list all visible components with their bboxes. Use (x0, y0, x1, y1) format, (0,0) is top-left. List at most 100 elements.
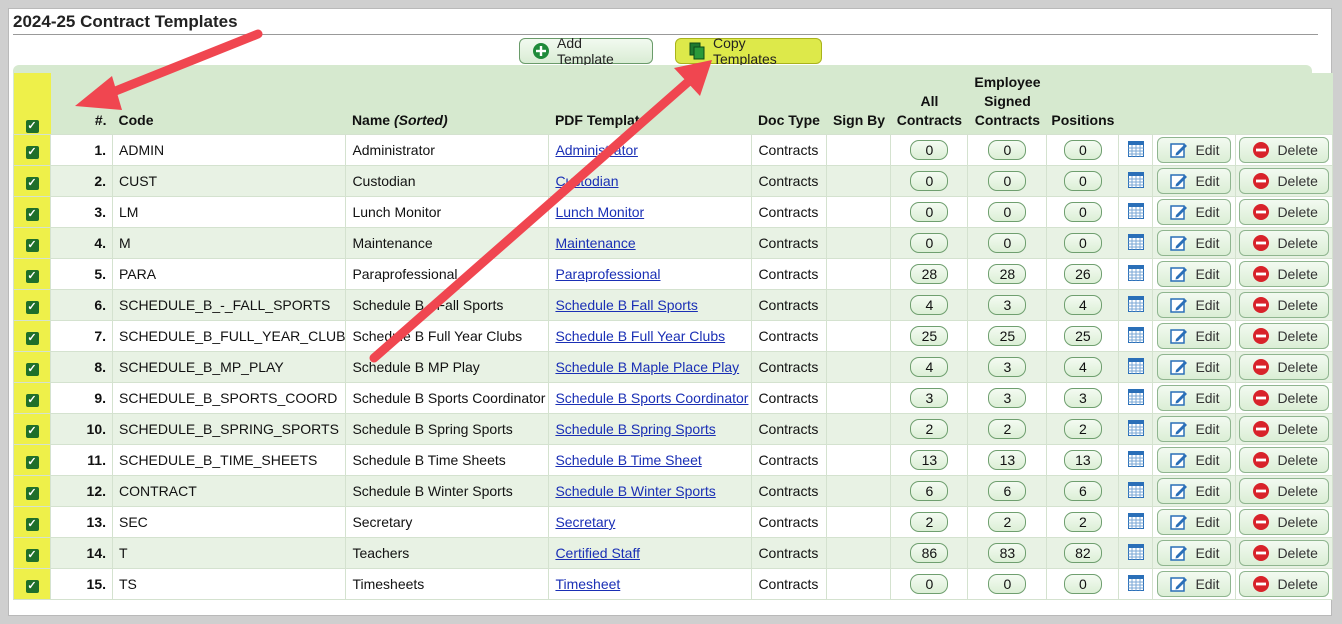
signed-contracts-count-button[interactable]: 83 (988, 543, 1027, 563)
signed-contracts-count-button[interactable]: 3 (988, 357, 1027, 377)
row-checkbox[interactable]: ✓ (25, 176, 39, 190)
positions-count-button[interactable]: 13 (1063, 450, 1102, 470)
edit-button[interactable]: Edit (1157, 509, 1232, 535)
delete-button[interactable]: Delete (1239, 571, 1330, 597)
positions-count-button[interactable]: 2 (1063, 419, 1102, 439)
row-checkbox[interactable]: ✓ (25, 424, 39, 438)
delete-button[interactable]: Delete (1239, 137, 1330, 163)
all-contracts-count-button[interactable]: 2 (910, 512, 949, 532)
delete-button[interactable]: Delete (1239, 323, 1330, 349)
calendar-icon[interactable] (1127, 543, 1144, 560)
pdf-template-link[interactable]: Schedule B Sports Coordinator (555, 390, 748, 406)
signed-contracts-count-button[interactable]: 0 (988, 574, 1027, 594)
edit-button[interactable]: Edit (1157, 292, 1232, 318)
row-checkbox[interactable]: ✓ (25, 393, 39, 407)
calendar-icon[interactable] (1127, 388, 1144, 405)
edit-button[interactable]: Edit (1157, 323, 1232, 349)
positions-count-button[interactable]: 25 (1063, 326, 1102, 346)
edit-button[interactable]: Edit (1157, 385, 1232, 411)
pdf-template-link[interactable]: Schedule B Maple Place Play (555, 359, 739, 375)
signed-contracts-count-button[interactable]: 0 (988, 140, 1027, 160)
delete-button[interactable]: Delete (1239, 540, 1330, 566)
calendar-icon[interactable] (1127, 264, 1144, 281)
row-checkbox[interactable]: ✓ (25, 331, 39, 345)
calendar-icon[interactable] (1127, 233, 1144, 250)
pdf-template-link[interactable]: Lunch Monitor (555, 204, 644, 220)
row-checkbox[interactable]: ✓ (25, 269, 39, 283)
edit-button[interactable]: Edit (1157, 478, 1232, 504)
row-checkbox[interactable]: ✓ (25, 486, 39, 500)
pdf-template-link[interactable]: Maintenance (555, 235, 635, 251)
delete-button[interactable]: Delete (1239, 509, 1330, 535)
row-checkbox[interactable]: ✓ (25, 300, 39, 314)
row-checkbox[interactable]: ✓ (25, 455, 39, 469)
calendar-icon[interactable] (1127, 202, 1144, 219)
pdf-template-link[interactable]: Schedule B Spring Sports (555, 421, 715, 437)
signed-contracts-count-button[interactable]: 3 (988, 388, 1027, 408)
signed-contracts-count-button[interactable]: 28 (988, 264, 1027, 284)
positions-count-button[interactable]: 0 (1063, 171, 1102, 191)
delete-button[interactable]: Delete (1239, 230, 1330, 256)
edit-button[interactable]: Edit (1157, 447, 1232, 473)
signed-contracts-count-button[interactable]: 0 (988, 171, 1027, 191)
delete-button[interactable]: Delete (1239, 354, 1330, 380)
all-contracts-count-button[interactable]: 25 (910, 326, 949, 346)
calendar-icon[interactable] (1127, 171, 1144, 188)
calendar-icon[interactable] (1127, 481, 1144, 498)
edit-button[interactable]: Edit (1157, 199, 1232, 225)
signed-contracts-count-button[interactable]: 2 (988, 512, 1027, 532)
all-contracts-count-button[interactable]: 0 (910, 574, 949, 594)
edit-button[interactable]: Edit (1157, 354, 1232, 380)
positions-count-button[interactable]: 0 (1063, 574, 1102, 594)
pdf-template-link[interactable]: Timesheet (555, 576, 620, 592)
all-contracts-count-button[interactable]: 13 (910, 450, 949, 470)
positions-count-button[interactable]: 2 (1063, 512, 1102, 532)
signed-contracts-count-button[interactable]: 6 (988, 481, 1027, 501)
pdf-template-link[interactable]: Schedule B Fall Sports (555, 297, 697, 313)
row-checkbox[interactable]: ✓ (25, 145, 39, 159)
row-checkbox[interactable]: ✓ (25, 362, 39, 376)
positions-count-button[interactable]: 82 (1063, 543, 1102, 563)
signed-contracts-count-button[interactable]: 13 (988, 450, 1027, 470)
col-header-name[interactable]: Name (Sorted) (345, 73, 549, 135)
edit-button[interactable]: Edit (1157, 416, 1232, 442)
edit-button[interactable]: Edit (1157, 571, 1232, 597)
all-contracts-count-button[interactable]: 0 (910, 140, 949, 160)
calendar-icon[interactable] (1127, 512, 1144, 529)
calendar-icon[interactable] (1127, 295, 1144, 312)
positions-count-button[interactable]: 26 (1063, 264, 1102, 284)
all-contracts-count-button[interactable]: 28 (910, 264, 949, 284)
delete-button[interactable]: Delete (1239, 199, 1330, 225)
signed-contracts-count-button[interactable]: 2 (988, 419, 1027, 439)
pdf-template-link[interactable]: Schedule B Time Sheet (555, 452, 701, 468)
calendar-icon[interactable] (1127, 326, 1144, 343)
positions-count-button[interactable]: 6 (1063, 481, 1102, 501)
edit-button[interactable]: Edit (1157, 137, 1232, 163)
calendar-icon[interactable] (1127, 357, 1144, 374)
all-contracts-count-button[interactable]: 6 (910, 481, 949, 501)
positions-count-button[interactable]: 4 (1063, 357, 1102, 377)
select-all-checkbox[interactable]: ✓ (25, 120, 39, 133)
row-checkbox[interactable]: ✓ (25, 548, 39, 562)
delete-button[interactable]: Delete (1239, 385, 1330, 411)
delete-button[interactable]: Delete (1239, 447, 1330, 473)
all-contracts-count-button[interactable]: 2 (910, 419, 949, 439)
calendar-icon[interactable] (1127, 140, 1144, 157)
pdf-template-link[interactable]: Secretary (555, 514, 615, 530)
all-contracts-count-button[interactable]: 0 (910, 171, 949, 191)
signed-contracts-count-button[interactable]: 0 (988, 202, 1027, 222)
calendar-icon[interactable] (1127, 419, 1144, 436)
row-checkbox[interactable]: ✓ (25, 238, 39, 252)
delete-button[interactable]: Delete (1239, 168, 1330, 194)
all-contracts-count-button[interactable]: 3 (910, 388, 949, 408)
pdf-template-link[interactable]: Schedule B Winter Sports (555, 483, 715, 499)
positions-count-button[interactable]: 0 (1063, 140, 1102, 160)
all-contracts-count-button[interactable]: 4 (910, 295, 949, 315)
pdf-template-link[interactable]: Schedule B Full Year Clubs (555, 328, 725, 344)
positions-count-button[interactable]: 0 (1063, 233, 1102, 253)
signed-contracts-count-button[interactable]: 25 (988, 326, 1027, 346)
all-contracts-count-button[interactable]: 86 (910, 543, 949, 563)
delete-button[interactable]: Delete (1239, 416, 1330, 442)
pdf-template-link[interactable]: Administrator (555, 142, 637, 158)
positions-count-button[interactable]: 0 (1063, 202, 1102, 222)
